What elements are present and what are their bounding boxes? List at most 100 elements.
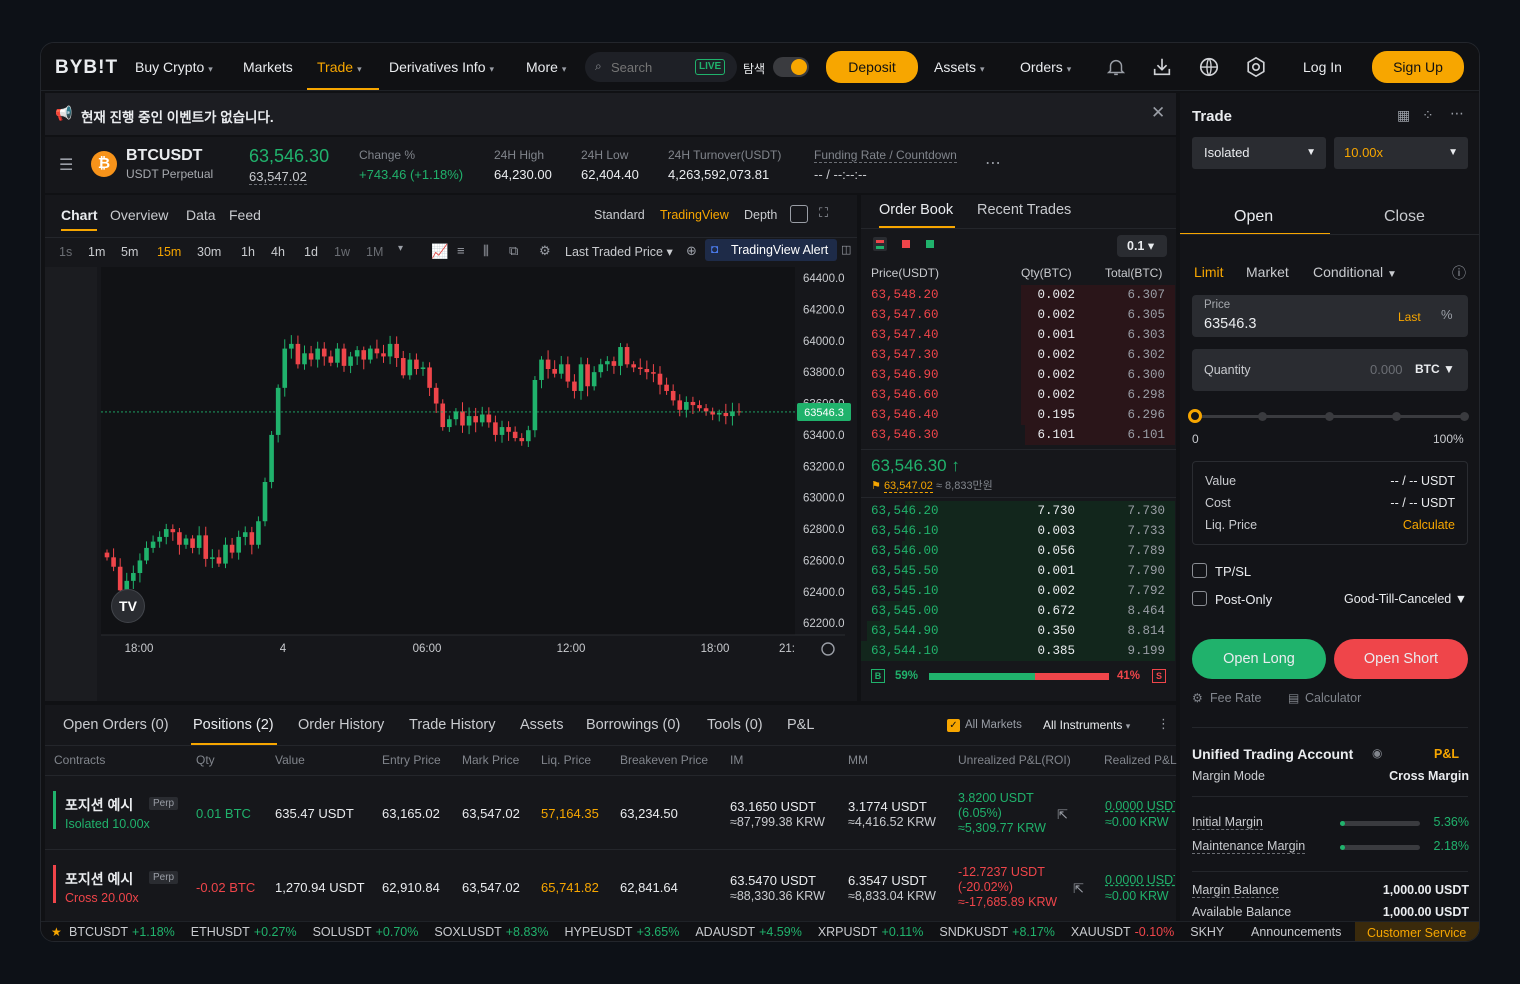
- quantity-input[interactable]: 0.000: [1370, 362, 1403, 377]
- tab-open-orders[interactable]: Open Orders (0): [63, 717, 169, 733]
- share-icon[interactable]: ⇱: [1073, 881, 1084, 897]
- interval-30m[interactable]: 30m: [197, 245, 221, 259]
- globe-icon[interactable]: [1198, 56, 1220, 78]
- tab-order-history[interactable]: Order History: [298, 717, 384, 733]
- more-vertical-icon[interactable]: ⋮: [1157, 716, 1170, 732]
- tab-data[interactable]: Data: [186, 207, 216, 223]
- bid-row[interactable]: 63,544.10 0.385 9.199: [861, 641, 1175, 661]
- interval-1w[interactable]: 1w: [334, 245, 350, 259]
- bid-row[interactable]: 63,544.90 0.350 8.814: [861, 621, 1175, 641]
- grid-icon[interactable]: ⁘: [1422, 107, 1434, 124]
- book-both-icon[interactable]: [873, 237, 887, 251]
- signup-button[interactable]: Sign Up: [1372, 51, 1464, 83]
- nav-orders[interactable]: Orders ▾: [1020, 59, 1071, 75]
- nav-assets[interactable]: Assets ▾: [934, 59, 985, 75]
- tab-positions[interactable]: Positions (2): [193, 717, 274, 733]
- slider-step[interactable]: [1460, 412, 1469, 421]
- order-type-market[interactable]: Market: [1246, 264, 1289, 280]
- interval-4h[interactable]: 4h: [271, 245, 285, 259]
- login-button[interactable]: Log In: [1303, 59, 1342, 75]
- table-row[interactable]: 포지션 예시 Perp Isolated 10.00x 0.01 BTC 635.47 …: [45, 777, 1176, 850]
- interval-15m[interactable]: 15m: [157, 245, 181, 259]
- ask-row[interactable]: 63,546.90 0.002 6.300: [861, 365, 1175, 385]
- price-input-box[interactable]: Price 63546.3 Last %: [1192, 295, 1468, 337]
- margin-mode-link[interactable]: Cross Margin: [1389, 769, 1469, 783]
- download-icon[interactable]: [1151, 56, 1173, 78]
- close-icon[interactable]: ✕: [1151, 103, 1165, 123]
- layout-icon[interactable]: [790, 205, 808, 223]
- tape-item[interactable]: SKHY: [1190, 925, 1224, 939]
- postonly-checkbox[interactable]: [1192, 591, 1207, 606]
- interval-dropdown-icon[interactable]: ▾: [398, 243, 403, 254]
- tab-assets[interactable]: Assets: [520, 717, 564, 733]
- tab-overview[interactable]: Overview: [110, 207, 168, 223]
- search-input[interactable]: [611, 57, 701, 77]
- quantity-unit-select[interactable]: BTC ▼: [1415, 362, 1455, 376]
- price-source-select[interactable]: Last Traded Price ▾: [565, 244, 673, 259]
- customer-service-button[interactable]: Customer Service: [1355, 922, 1479, 941]
- menu-icon[interactable]: ☰: [59, 155, 73, 175]
- open-long-button[interactable]: Open Long: [1192, 639, 1326, 679]
- last-price-button[interactable]: Last: [1398, 310, 1421, 324]
- symbol-name[interactable]: BTCUSDT: [126, 147, 202, 165]
- candle-type-icon[interactable]: ⫼: [483, 243, 489, 259]
- ask-row[interactable]: 63,546.30 6.101 6.101: [861, 425, 1175, 445]
- ask-row[interactable]: 63,546.40 0.195 6.296: [861, 405, 1175, 425]
- announcements-link[interactable]: Announcements: [1251, 925, 1341, 939]
- fullscreen-icon[interactable]: ⛶: [819, 205, 828, 221]
- more-icon[interactable]: ⋯: [1450, 105, 1464, 122]
- bid-row[interactable]: 63,546.10 0.003 7.733: [861, 521, 1175, 541]
- tab-order-book[interactable]: Order Book: [879, 202, 953, 218]
- ask-row[interactable]: 63,548.20 0.002 6.307: [861, 285, 1175, 305]
- tab-tools[interactable]: Tools (0): [707, 717, 763, 733]
- search-box[interactable]: ⌕ LIVE: [585, 52, 737, 82]
- tpsl-checkbox[interactable]: [1192, 563, 1207, 578]
- tab-trade-history[interactable]: Trade History: [409, 717, 495, 733]
- calculator-link[interactable]: Calculator: [1305, 691, 1361, 705]
- percent-icon[interactable]: %: [1441, 307, 1453, 322]
- tape-item[interactable]: ETHUSDT +0.27%: [191, 925, 297, 939]
- tape-item[interactable]: ADAUSDT +4.59%: [695, 925, 801, 939]
- indicator-icon[interactable]: 📈: [431, 243, 448, 260]
- bid-row[interactable]: 63,545.50 0.001 7.790: [861, 561, 1175, 581]
- calculate-link[interactable]: Calculate: [1403, 518, 1455, 532]
- more-icon[interactable]: ⋯: [985, 153, 1001, 173]
- tab-recent-trades[interactable]: Recent Trades: [977, 202, 1071, 218]
- interval-5m[interactable]: 5m: [121, 245, 138, 259]
- tape-item[interactable]: HYPEUSDT +3.65%: [565, 925, 680, 939]
- price-chart[interactable]: 64400.064200.064000.063800.063600.063400…: [45, 267, 857, 701]
- view-tradingview[interactable]: TradingView: [660, 208, 729, 222]
- pnl-link[interactable]: P&L: [1434, 747, 1459, 761]
- interval-1s[interactable]: 1s: [59, 245, 72, 259]
- nav-trade[interactable]: Trade ▾: [317, 59, 362, 75]
- view-depth[interactable]: Depth: [744, 208, 777, 222]
- share-icon[interactable]: ⇱: [1057, 807, 1068, 823]
- calculator-icon[interactable]: ▦: [1397, 107, 1410, 124]
- instruments-select[interactable]: All Instruments ▾: [1043, 718, 1130, 732]
- tab-open[interactable]: Open: [1234, 208, 1273, 226]
- slider-step[interactable]: [1392, 412, 1401, 421]
- gear-icon[interactable]: ⚙: [539, 243, 551, 259]
- slider-step[interactable]: [1325, 412, 1334, 421]
- quantity-input-box[interactable]: Quantity 0.000 BTC ▼: [1192, 349, 1468, 391]
- position-name[interactable]: 포지션 예시: [65, 869, 133, 889]
- eye-icon[interactable]: ◉: [1372, 746, 1382, 760]
- order-type-limit[interactable]: Limit: [1194, 264, 1224, 280]
- bell-icon[interactable]: [1105, 56, 1127, 78]
- nav-markets[interactable]: Markets: [243, 59, 293, 75]
- margin-mode-select[interactable]: Isolated ▼: [1192, 137, 1326, 169]
- tab-p-l[interactable]: P&L: [787, 717, 814, 733]
- camera-icon[interactable]: ◫: [841, 243, 851, 256]
- tab-borrowings[interactable]: Borrowings (0): [586, 717, 680, 733]
- chart-settings-icon[interactable]: [821, 642, 835, 656]
- bid-row[interactable]: 63,546.20 7.730 7.730: [861, 501, 1175, 521]
- ask-row[interactable]: 63,546.60 0.002 6.298: [861, 385, 1175, 405]
- book-bids-icon[interactable]: [923, 237, 937, 251]
- open-short-button[interactable]: Open Short: [1334, 639, 1468, 679]
- tape-item[interactable]: SOXLUSDT +8.83%: [434, 925, 548, 939]
- deposit-button[interactable]: Deposit: [826, 51, 918, 83]
- tradingview-logo[interactable]: TV: [111, 589, 145, 623]
- order-type-conditional[interactable]: Conditional ▼: [1313, 264, 1397, 280]
- tape-item[interactable]: SOLUSDT +0.70%: [313, 925, 419, 939]
- interval-1m[interactable]: 1m: [88, 245, 105, 259]
